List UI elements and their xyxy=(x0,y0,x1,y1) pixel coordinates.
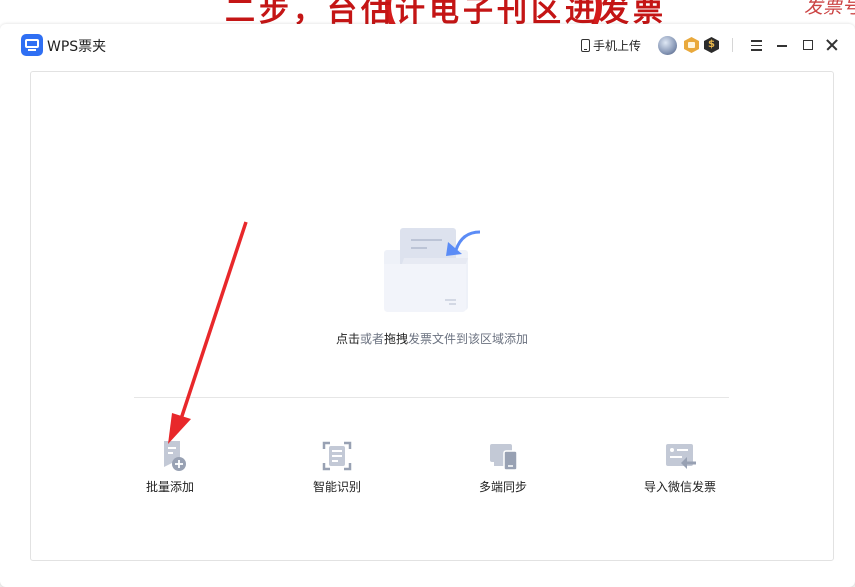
app-title: WPS票夹 xyxy=(47,39,107,55)
smart-recognize-button[interactable]: 智能识别 xyxy=(313,439,361,495)
hint-click[interactable]: 点击 xyxy=(336,332,360,346)
drop-hint: 点击或者拖拽发票文件到该区域添加 xyxy=(31,330,833,347)
vip-coin-icon[interactable]: $ xyxy=(704,37,719,53)
close-icon[interactable] xyxy=(823,36,841,54)
phone-icon xyxy=(581,38,590,52)
import-wechat-invoice-label: 导入微信发票 xyxy=(644,480,717,494)
mobile-upload-button[interactable]: 手机上传 xyxy=(581,36,641,54)
multi-device-sync-button[interactable]: 多端同步 xyxy=(479,439,527,495)
app-window: WPS票夹 手机上传 $ 点击或者拖拽发票文件到该区域添加 批量添加 智能识别 … xyxy=(0,24,855,587)
import-wechat-invoice-icon xyxy=(666,444,696,469)
member-badge-icon[interactable] xyxy=(684,37,699,53)
smart-recognize-icon xyxy=(322,441,352,471)
mobile-upload-label: 手机上传 xyxy=(593,38,642,53)
batch-add-icon xyxy=(164,441,186,471)
hint-rest: 发票文件到该区域添加 xyxy=(408,332,529,346)
minimize-icon[interactable] xyxy=(773,36,791,54)
title-bar: WPS票夹 手机上传 $ xyxy=(0,24,855,68)
file-drop-zone[interactable]: 点击或者拖拽发票文件到该区域添加 批量添加 智能识别 多端同步 导入微信发票 xyxy=(30,71,834,561)
maximize-icon[interactable] xyxy=(799,36,817,54)
batch-add-label: 批量添加 xyxy=(146,480,195,494)
titlebar-divider xyxy=(732,38,733,52)
user-avatar[interactable] xyxy=(658,36,677,55)
background-text-right: 发票号 xyxy=(803,0,855,18)
import-wechat-invoice-button[interactable]: 导入微信发票 xyxy=(644,439,716,495)
multi-device-sync-label: 多端同步 xyxy=(479,480,528,494)
batch-add-button[interactable]: 批量添加 xyxy=(146,439,194,495)
multi-device-sync-icon xyxy=(490,444,518,471)
smart-recognize-label: 智能识别 xyxy=(313,480,362,494)
menu-icon[interactable] xyxy=(747,36,765,54)
folder-upload-illustration xyxy=(384,228,481,312)
hint-drag: 拖拽 xyxy=(384,332,409,346)
app-logo-icon xyxy=(21,34,43,56)
zone-divider xyxy=(134,397,729,398)
hint-or: 或者 xyxy=(359,332,384,346)
